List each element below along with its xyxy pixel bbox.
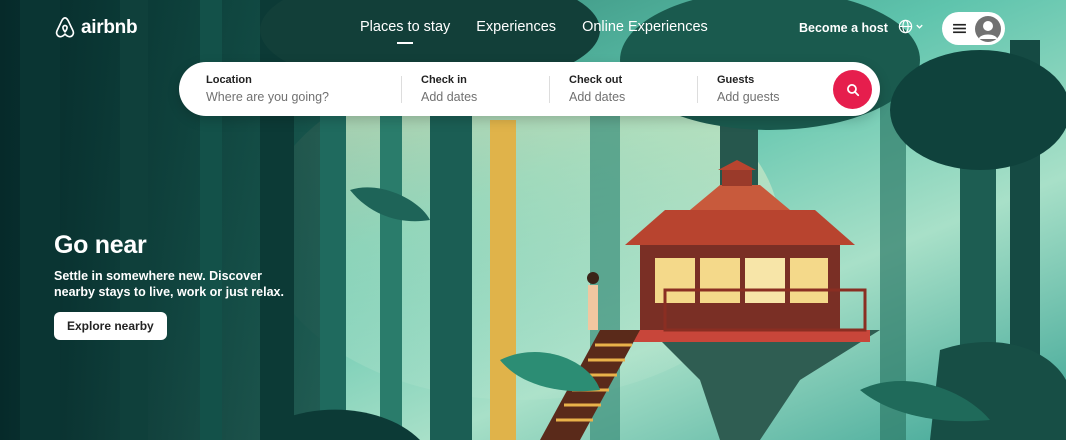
guests-label: Guests xyxy=(717,74,755,86)
nav-online-experiences[interactable]: Online Experiences xyxy=(582,19,708,35)
check-out-field[interactable]: Check out xyxy=(569,62,679,116)
check-in-input[interactable] xyxy=(421,90,531,104)
brand-name: airbnb xyxy=(81,16,138,38)
check-out-input[interactable] xyxy=(569,90,679,104)
nav-places-to-stay[interactable]: Places to stay xyxy=(360,19,450,35)
hero-title: Go near xyxy=(54,231,147,259)
search-divider xyxy=(401,76,402,103)
explore-nearby-button[interactable]: Explore nearby xyxy=(54,312,167,340)
search-divider xyxy=(549,76,550,103)
check-out-label: Check out xyxy=(569,74,623,86)
hero-subtitle: Settle in somewhere new. Discover nearby… xyxy=(54,269,284,299)
language-selector[interactable] xyxy=(898,19,924,34)
location-input[interactable] xyxy=(206,90,376,104)
airbnb-logo[interactable]: airbnb xyxy=(54,15,138,40)
guests-input[interactable] xyxy=(717,90,822,104)
become-host-link[interactable]: Become a host xyxy=(799,21,888,35)
search-divider xyxy=(697,76,698,103)
user-menu-button[interactable] xyxy=(942,12,1005,45)
search-icon xyxy=(846,83,859,96)
search-bar: Location Check in Check out Guests xyxy=(179,62,880,116)
guests-field[interactable]: Guests xyxy=(717,62,822,116)
check-in-field[interactable]: Check in xyxy=(421,62,531,116)
location-field[interactable]: Location xyxy=(206,62,376,116)
hamburger-icon xyxy=(953,23,966,34)
airbnb-logo-icon xyxy=(55,17,75,38)
location-label: Location xyxy=(206,74,252,86)
chevron-down-icon xyxy=(916,24,923,29)
main-nav: Places to stay Experiences Online Experi… xyxy=(360,19,708,35)
globe-icon xyxy=(898,19,913,34)
nav-experiences[interactable]: Experiences xyxy=(476,19,556,35)
check-in-label: Check in xyxy=(421,74,467,86)
search-button[interactable] xyxy=(833,70,872,109)
user-avatar-icon xyxy=(975,15,1001,42)
